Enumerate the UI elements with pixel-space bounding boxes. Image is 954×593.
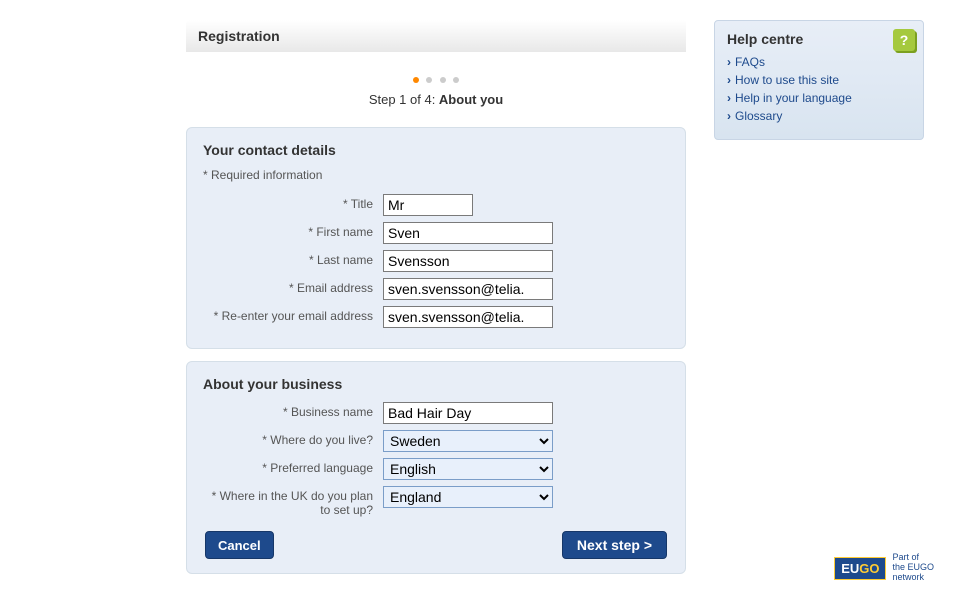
step-dot-4 bbox=[453, 77, 459, 83]
first-name-field[interactable] bbox=[383, 222, 553, 244]
email-label: * Email address bbox=[203, 278, 383, 295]
business-panel: About your business * Business name * Wh… bbox=[186, 361, 686, 574]
business-name-field[interactable] bbox=[383, 402, 553, 424]
step-dots bbox=[186, 72, 686, 86]
business-name-label: * Business name bbox=[203, 402, 383, 419]
step-dot-3 bbox=[440, 77, 446, 83]
help-icon[interactable]: ? bbox=[893, 29, 915, 51]
contact-details-panel: Your contact details * Required informat… bbox=[186, 127, 686, 349]
help-link-glossary: Glossary bbox=[727, 109, 911, 123]
language-label: * Preferred language bbox=[203, 458, 383, 475]
help-link-faqs: FAQs bbox=[727, 55, 911, 69]
where-live-label: * Where do you live? bbox=[203, 430, 383, 447]
help-link-howto-a[interactable]: How to use this site bbox=[735, 73, 839, 87]
step-dot-1 bbox=[413, 77, 419, 83]
email-confirm-field[interactable] bbox=[383, 306, 553, 328]
registration-main: Registration Step 1 of 4: About you Your… bbox=[186, 20, 686, 574]
help-link-howto: How to use this site bbox=[727, 73, 911, 87]
where-live-select[interactable]: Sweden bbox=[383, 430, 553, 452]
eugo-logo: EUGO Part of the EUGO network bbox=[834, 553, 934, 583]
next-step-button[interactable]: Next step > bbox=[562, 531, 667, 559]
help-link-faqs-a[interactable]: FAQs bbox=[735, 55, 765, 69]
help-link-glossary-a[interactable]: Glossary bbox=[735, 109, 782, 123]
step-dot-2 bbox=[426, 77, 432, 83]
last-name-field[interactable] bbox=[383, 250, 553, 272]
help-link-language-a[interactable]: Help in your language bbox=[735, 91, 852, 105]
page-header: Registration bbox=[186, 20, 686, 52]
eugo-badge: EUGO bbox=[834, 557, 886, 580]
eugo-tagline: Part of the EUGO network bbox=[892, 553, 934, 583]
title-field[interactable] bbox=[383, 194, 473, 216]
required-note: * Required information bbox=[203, 168, 669, 182]
cancel-button[interactable]: Cancel bbox=[205, 531, 274, 559]
help-centre-panel: ? Help centre FAQs How to use this site … bbox=[714, 20, 924, 140]
language-select[interactable]: English bbox=[383, 458, 553, 480]
step-indicator: Step 1 of 4: About you bbox=[186, 52, 686, 115]
where-uk-label: * Where in the UK do you plan to set up? bbox=[203, 486, 383, 517]
last-name-label: * Last name bbox=[203, 250, 383, 267]
email-field[interactable] bbox=[383, 278, 553, 300]
help-link-language: Help in your language bbox=[727, 91, 911, 105]
first-name-label: * First name bbox=[203, 222, 383, 239]
email-confirm-label: * Re-enter your email address bbox=[203, 306, 383, 323]
business-heading: About your business bbox=[203, 376, 669, 392]
where-uk-select[interactable]: England bbox=[383, 486, 553, 508]
page-title: Registration bbox=[198, 28, 674, 44]
contact-heading: Your contact details bbox=[203, 142, 669, 158]
step-text: Step 1 of 4: About you bbox=[186, 92, 686, 107]
help-heading: Help centre bbox=[727, 31, 911, 47]
title-label: * Title bbox=[203, 194, 383, 211]
